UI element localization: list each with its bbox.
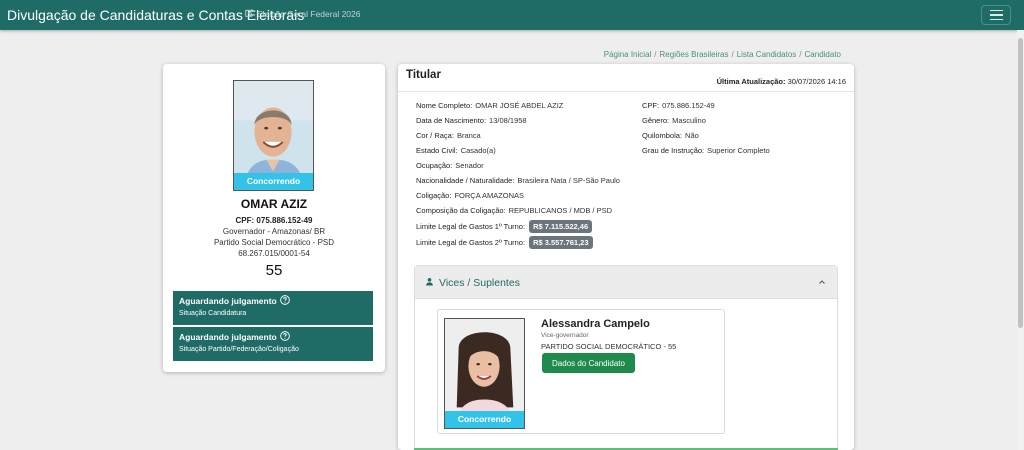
breadcrumb: Página Inicial / Regiões Brasileiras / L…	[604, 50, 841, 59]
field-occupation: Ocupação: Senador	[416, 161, 484, 170]
details-title: Titular	[406, 69, 441, 81]
breadcrumb-separator: /	[654, 50, 657, 59]
candidacy-status-subtitle: Situação Candidatura	[179, 310, 247, 317]
candidacy-status-title: Aguardando julgamento	[179, 296, 277, 306]
field-spending-limit-1: Limite Legal de Gastos 1º Turno: R$ 7.115…	[416, 220, 593, 233]
candidacy-status-box[interactable]: Aguardando julgamento Situação Candidatu…	[173, 291, 373, 325]
field-coalition-composition: Composição da Coligação: REPUBLICANOS / M…	[416, 206, 612, 215]
candidate-details-button[interactable]: Dados do Candidato	[542, 353, 635, 373]
vice-candidate-party: PARTIDO SOCIAL DEMOCRÁTICO - 55	[541, 342, 677, 351]
last-update-label: Última Atualização:	[716, 77, 786, 86]
breadcrumb-current: Candidato	[804, 50, 841, 59]
field-full-name: Nome Completo: OMAR JOSÉ ABDEL AZIZ	[416, 101, 564, 110]
spending-limit-1-badge: R$ 7.115.522,46	[529, 220, 593, 233]
field-gender: Gênero: Masculino	[642, 116, 706, 125]
breadcrumb-regions[interactable]: Regiões Brasileiras	[660, 50, 729, 59]
field-race: Cor / Raça: Branca	[416, 131, 481, 140]
vices-accordion: Vices / Suplentes Concorrendo Alessandra…	[414, 265, 838, 450]
candidate-office: Governador - Amazonas/ BR	[222, 227, 326, 236]
party-status-title: Aguardando julgamento	[179, 332, 277, 342]
edit-icon	[244, 8, 254, 20]
field-education: Grau de Instrução: Superior Completo	[642, 146, 770, 155]
field-spending-limit-2: Limite Legal de Gastos 2º Turno: R$ 3.557…	[416, 236, 593, 249]
candidate-photo: Concorrendo	[233, 80, 314, 191]
candidate-cpf: CPF: 075.886.152-49	[235, 216, 313, 225]
top-navbar: Divulgação de Candidaturas e Contas Elei…	[0, 0, 1024, 30]
candidate-cnpj: 68.267.015/0001-54	[238, 249, 310, 258]
party-status-subtitle: Situação Partido/Federação/Coligação	[179, 346, 299, 353]
candidate-status-badge: Concorrendo	[234, 173, 313, 190]
chevron-up-icon[interactable]	[818, 278, 826, 286]
spending-limit-2-badge: R$ 3.557.761,23	[529, 236, 593, 249]
field-nationality: Nacionalidade / Naturalidade: Brasileira …	[416, 176, 620, 185]
field-quilombola: Quilombola: Não	[642, 131, 699, 140]
vice-candidate-card: Concorrendo Alessandra Campelo Vice-gove…	[437, 309, 725, 434]
candidate-details-card: Titular Última Atualização: 30/07/2026 1…	[398, 64, 854, 450]
breadcrumb-separator: /	[731, 50, 734, 59]
help-circle-icon[interactable]	[279, 295, 290, 307]
field-marital-status: Estado Civil: Casado(a)	[416, 146, 496, 155]
field-coalition: Coligação: FORÇA AMAZONAS	[416, 191, 525, 200]
last-update: Última Atualização: 30/07/2026 14:16	[717, 77, 846, 86]
user-icon	[425, 277, 434, 289]
party-status-box[interactable]: Aguardando julgamento Situação Partido/F…	[173, 327, 373, 361]
candidate-name: OMAR AZIZ	[240, 197, 308, 211]
vice-candidate-photo: Concorrendo	[444, 318, 525, 429]
election-link[interactable]: Eleição Geral Federal 2026	[244, 8, 360, 20]
breadcrumb-candidate-list[interactable]: Lista Candidatos	[737, 50, 797, 59]
help-circle-icon[interactable]	[279, 331, 290, 343]
vice-status-badge: Concorrendo	[445, 411, 524, 428]
page-scrollbar[interactable]	[1017, 30, 1024, 450]
breadcrumb-separator: /	[799, 50, 802, 59]
election-label: Eleição Geral Federal 2026	[257, 9, 361, 19]
vices-title: Vices / Suplentes	[439, 277, 520, 289]
vice-candidate-name: Alessandra Campelo	[541, 318, 650, 330]
candidate-summary-card: Concorrendo OMAR AZIZ CPF: 075.886.152-4…	[163, 64, 385, 372]
field-cpf: CPF: 075.886.152-49	[642, 101, 715, 110]
field-birth-date: Data de Nascimento: 13/08/1958	[416, 116, 527, 125]
details-header: Titular Última Atualização: 30/07/2026 1…	[398, 64, 854, 92]
vice-candidate-role: Vice-governador	[541, 332, 589, 339]
last-update-value: 30/07/2026 14:16	[787, 77, 846, 86]
candidate-number: 55	[265, 262, 283, 279]
breadcrumb-home[interactable]: Página Inicial	[604, 50, 652, 59]
vices-accordion-header[interactable]: Vices / Suplentes	[415, 266, 837, 299]
hamburger-icon	[989, 9, 1003, 12]
scrollbar-thumb[interactable]	[1018, 38, 1023, 328]
candidate-party: Partido Social Democrático - PSD	[213, 238, 335, 247]
menu-toggle-button[interactable]	[981, 5, 1011, 25]
